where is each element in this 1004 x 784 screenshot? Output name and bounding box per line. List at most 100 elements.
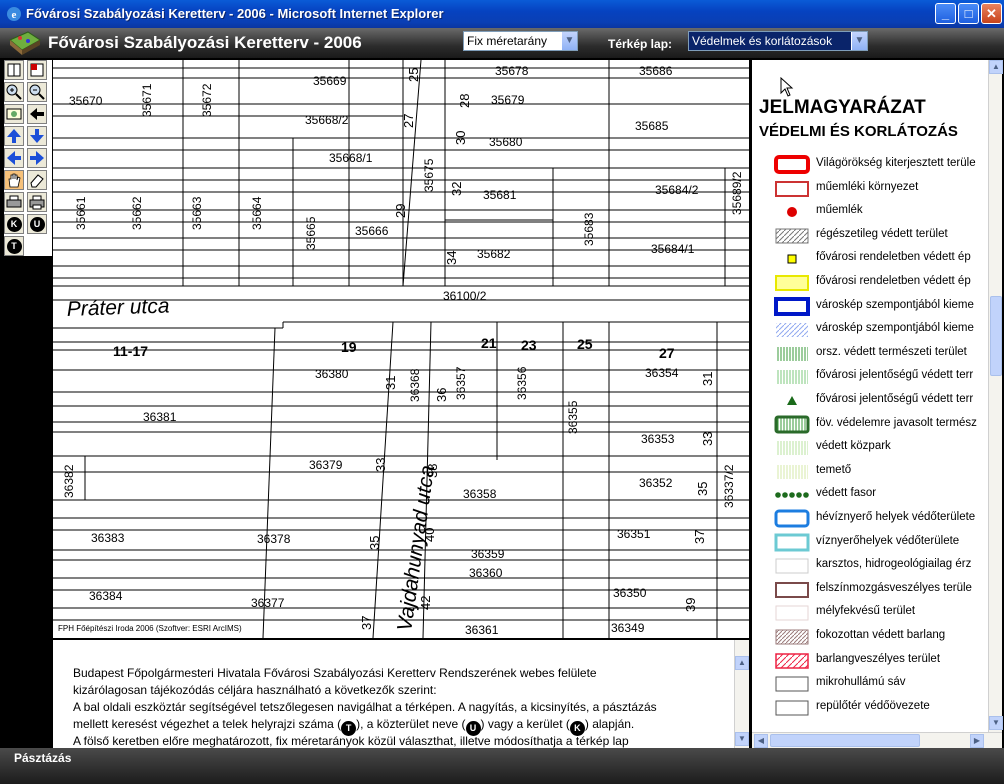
house-number: 25: [577, 336, 593, 352]
description-scrollbar[interactable]: ▲ ▼: [734, 640, 749, 748]
map-tool-button[interactable]: [4, 60, 24, 80]
legend-item: Világörökség kiterjesztett terüle: [752, 154, 988, 176]
legend-symbol-icon: [774, 462, 810, 482]
parcel-label: 36383: [91, 531, 125, 545]
scroll-up-icon[interactable]: ▲: [989, 60, 1003, 74]
parcel-label: 35671: [140, 83, 154, 117]
legend-title: JELMAGYARÁZAT: [759, 97, 926, 118]
pan-hand-icon: [8, 173, 21, 188]
minimize-button[interactable]: _: [935, 3, 956, 24]
house-number: 31: [700, 372, 715, 386]
parcel-label: 35678: [495, 64, 529, 78]
map-toolbar: K U T: [4, 60, 52, 256]
chevron-down-icon[interactable]: ▼: [561, 32, 577, 50]
legend-symbol-icon: [774, 603, 810, 623]
back-button[interactable]: [27, 104, 47, 124]
maximize-button[interactable]: □: [958, 3, 979, 24]
legend-item: műemléki környezet: [752, 178, 988, 200]
map-view[interactable]: 35669 35678 35686 35670 35671 35672 3567…: [53, 60, 749, 638]
parcel-label: 36361: [465, 623, 499, 637]
legend-symbol-icon: [774, 202, 810, 222]
pan-up-button[interactable]: [4, 126, 24, 146]
pan-right-button[interactable]: [27, 148, 47, 168]
parcel-label: 36353: [641, 432, 675, 446]
chevron-down-icon[interactable]: ▼: [851, 32, 867, 50]
parcel-label: 35668/1: [329, 151, 373, 165]
pan-left-button[interactable]: [4, 148, 24, 168]
legend-item: orsz. védett természeti terület: [752, 343, 988, 365]
scroll-right-icon[interactable]: ▶: [970, 734, 984, 748]
print-button[interactable]: [4, 192, 24, 212]
house-number: 32: [449, 182, 464, 196]
search-street-button[interactable]: U: [27, 214, 47, 234]
parcel-label: 35675: [422, 158, 436, 192]
print-alt-button[interactable]: [27, 192, 47, 212]
layers-tool-button[interactable]: [27, 60, 47, 80]
house-number: 33: [373, 458, 388, 472]
legend-item: felszínmozgásveszélyes terüle: [752, 579, 988, 601]
legend-label: fővárosi jelentőségű védett terr: [816, 393, 974, 405]
parcel-label: 35681: [483, 188, 517, 202]
legend-symbol-icon: [774, 344, 810, 364]
legend-label: repülőtér védőövezete: [816, 699, 930, 712]
window-title: Fővárosi Szabályozási Keretterv - 2006 -…: [26, 6, 444, 21]
parcel-label: 35663: [190, 196, 204, 230]
search-district-icon: K: [6, 216, 22, 232]
description-text: ) alapján.: [584, 717, 635, 731]
legend-label: fővárosi jelentőségű védett terr: [816, 369, 974, 382]
scale-select-value: Fix méretarány: [467, 34, 548, 48]
status-bar: Pásztázás: [0, 748, 1004, 784]
legend-item: temető: [752, 461, 988, 483]
legend-label: felszínmozgásveszélyes terüle: [816, 581, 972, 594]
parcel-label: 36377: [251, 596, 285, 610]
map-sheet-select[interactable]: Védelmek és korlátozások ▼: [688, 31, 868, 51]
scroll-left-icon[interactable]: ◀: [754, 734, 768, 748]
legend-symbol-icon: [774, 509, 810, 529]
legend-symbol-icon: [774, 391, 810, 411]
map-credit: FPH Főépítészi Iroda 2006 (Szoftver: ESR…: [58, 624, 242, 633]
parcel-label: 36357: [454, 366, 468, 400]
legend-symbol-icon: [774, 627, 810, 647]
scale-select[interactable]: Fix méretarány ▼: [463, 31, 578, 51]
scroll-down-icon[interactable]: ▼: [989, 716, 1003, 730]
legend-symbol-icon: [774, 674, 810, 694]
description-text: ), a közterület neve (: [356, 717, 466, 731]
parcel-label: 36337/2: [722, 464, 736, 508]
zoom-out-button[interactable]: [27, 82, 47, 102]
map-sheet-label: Térkép lap:: [608, 37, 673, 51]
parcel-label: 35680: [489, 135, 523, 149]
scroll-up-icon[interactable]: ▲: [735, 656, 749, 670]
print-icon: [6, 195, 22, 208]
legend-horizontal-scrollbar[interactable]: ◀ ▶: [752, 732, 1002, 748]
parcel-label: 35689/2: [730, 171, 744, 215]
mouse-cursor-icon: [780, 77, 794, 97]
parcel-label: 36349: [611, 621, 645, 635]
zoom-in-icon: [6, 84, 22, 100]
parcel-label: 35665: [304, 216, 318, 250]
zoom-full-button[interactable]: [4, 104, 24, 124]
legend-vertical-scrollbar[interactable]: ▲ ▼: [988, 60, 1003, 732]
parcel-label: 36351: [617, 527, 651, 541]
map-canvas[interactable]: 35669 35678 35686 35670 35671 35672 3567…: [53, 60, 749, 638]
legend-item: régészetileg védett terület: [752, 225, 988, 247]
zoom-in-button[interactable]: [4, 82, 24, 102]
legend-item: fővárosi rendeletben védett ép: [752, 272, 988, 294]
search-parcel-button[interactable]: T: [4, 236, 24, 256]
parcel-label: 36358: [463, 487, 497, 501]
pan-down-icon: [30, 129, 44, 143]
scroll-thumb[interactable]: [990, 296, 1002, 376]
print-alt-icon: [29, 195, 45, 210]
pan-left-icon: [7, 151, 21, 165]
search-district-button[interactable]: K: [4, 214, 24, 234]
svg-text:e: e: [12, 9, 17, 21]
pan-hand-button[interactable]: [4, 170, 24, 190]
legend-subtitle: VÉDELMI ÉS KORLÁTOZÁS: [759, 123, 958, 140]
parcel-label: 36100/2: [443, 289, 487, 303]
eraser-button[interactable]: [27, 170, 47, 190]
parcel-label: 36384: [89, 589, 123, 603]
close-button[interactable]: ✕: [981, 3, 1002, 24]
parcel-label: 35684/2: [655, 183, 699, 197]
pan-down-button[interactable]: [27, 126, 47, 146]
scroll-down-icon[interactable]: ▼: [735, 732, 749, 746]
scroll-thumb[interactable]: [770, 734, 920, 747]
